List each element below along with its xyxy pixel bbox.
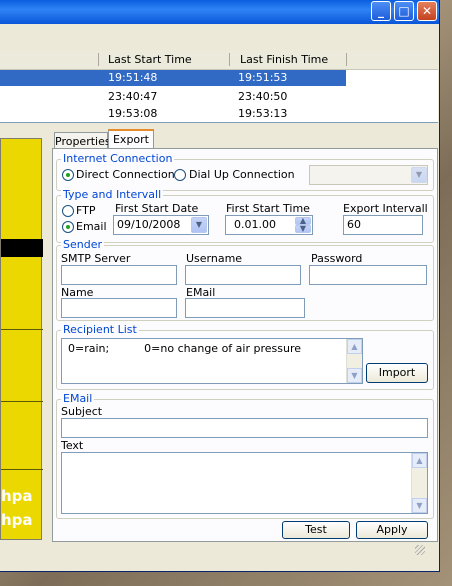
dialup-connection-label: Dial Up Connection <box>189 168 295 181</box>
smtp-server-label: SMTP Server <box>61 252 131 265</box>
column-last-start[interactable]: Last Start Time <box>108 50 192 69</box>
group-title: Internet Connection <box>61 152 175 165</box>
title-bar: _ □ ✕ <box>0 0 439 24</box>
test-button[interactable]: Test <box>282 521 350 539</box>
recipient-scrollbar[interactable]: ▲ ▼ <box>346 339 362 383</box>
name-input[interactable] <box>61 298 177 318</box>
subject-input[interactable] <box>61 418 428 438</box>
scroll-up-icon[interactable]: ▲ <box>347 339 362 354</box>
tab-export[interactable]: Export <box>108 129 154 149</box>
password-input[interactable] <box>309 265 427 285</box>
email-radio[interactable] <box>62 221 74 233</box>
direct-connection-label: Direct Connection <box>76 168 175 181</box>
scroll-down-icon[interactable]: ▼ <box>412 498 427 513</box>
export-interval-label: Export Intervall <box>343 202 428 215</box>
ftp-label: FTP <box>76 204 96 217</box>
ftp-radio[interactable] <box>62 205 74 217</box>
scroll-up-icon[interactable]: ▲ <box>412 453 427 468</box>
first-start-time-label: First Start Time <box>226 202 310 215</box>
group-title: EMail <box>61 392 95 405</box>
group-title: Recipient List <box>61 323 139 336</box>
sender-email-input[interactable] <box>185 298 305 318</box>
pressure-unit: hpa <box>1 487 33 505</box>
first-start-date-label: First Start Date <box>115 202 199 215</box>
import-button[interactable]: Import <box>366 363 428 383</box>
apply-button[interactable]: Apply <box>356 521 428 539</box>
subject-label: Subject <box>61 405 103 418</box>
pressure-unit: hpa <box>1 511 33 529</box>
spin-down-icon[interactable]: ▼ <box>295 225 311 233</box>
resize-grip-icon[interactable] <box>415 545 425 555</box>
smtp-server-input[interactable] <box>61 265 177 285</box>
maximize-button[interactable]: □ <box>394 1 414 21</box>
group-title: Sender <box>61 238 104 251</box>
username-input[interactable] <box>185 265 301 285</box>
close-button[interactable]: ✕ <box>417 1 437 21</box>
email-label: Email <box>76 220 107 233</box>
text-label: Text <box>61 439 84 452</box>
chevron-down-icon[interactable]: ▼ <box>411 167 427 183</box>
username-label: Username <box>186 252 243 265</box>
black-band <box>1 239 43 257</box>
email-text-area[interactable] <box>61 452 428 514</box>
group-title: Type and Intervall <box>61 188 164 201</box>
minimize-button[interactable]: _ <box>371 1 391 21</box>
list-header: Last Start Time Last Finish Time <box>0 50 438 70</box>
scroll-down-icon[interactable]: ▼ <box>347 368 362 383</box>
password-label: Password <box>311 252 363 265</box>
table-row[interactable]: 19:53:08 19:53:13 <box>0 106 438 122</box>
export-tab-panel: Internet Connection Direct Connection Di… <box>52 148 438 542</box>
dialup-connection-radio[interactable] <box>174 169 186 181</box>
recipient-list-textarea[interactable]: 0=rain; 0=no change of air pressure <box>61 338 363 384</box>
column-last-finish[interactable]: Last Finish Time <box>240 50 328 69</box>
direct-connection-radio[interactable] <box>62 169 74 181</box>
table-row[interactable]: 23:40:47 23:40:50 <box>0 89 438 105</box>
display-panel: hpa hpa <box>0 138 43 540</box>
calendar-dropdown-icon[interactable]: ▼ <box>191 217 207 233</box>
main-window: _ □ ✕ Last Start Time Last Finish Time 1… <box>0 0 440 572</box>
email-text-scrollbar[interactable]: ▲ ▼ <box>411 453 427 513</box>
table-row[interactable]: 19:51:48 19:51:53 <box>0 70 346 86</box>
export-interval-input[interactable]: 60 <box>343 215 423 235</box>
